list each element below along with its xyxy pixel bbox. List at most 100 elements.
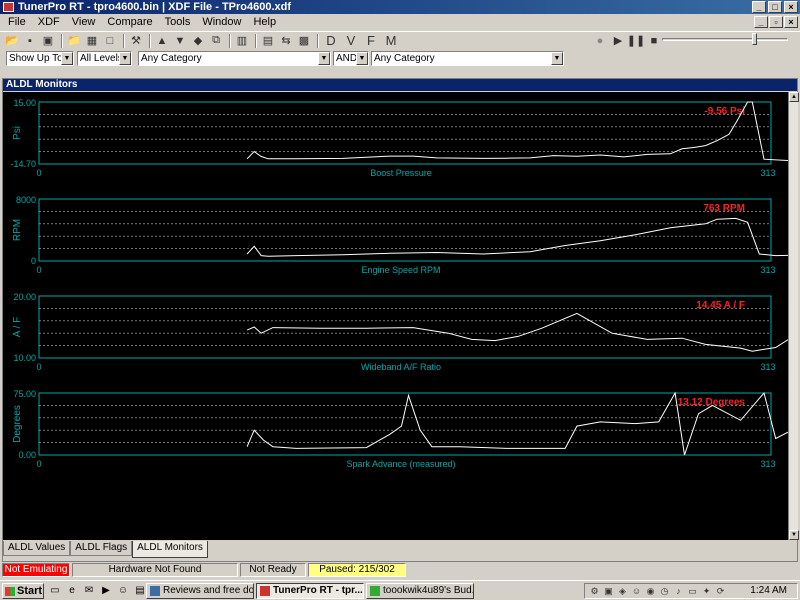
toolbar-m-button[interactable]: M [382,33,400,49]
menu-file[interactable]: File [2,14,32,31]
stop-icon[interactable]: ■ [646,33,662,49]
minimize-button[interactable]: _ [752,1,766,13]
x-max-tick-label: 313 [760,459,775,469]
toolbar-v-button[interactable]: V [342,33,360,49]
taskbar-button-label: TunerPro RT - tpr... [273,585,363,596]
outlook-icon[interactable]: ✉ [82,584,96,598]
chart-title: Wideband A/F Ratio [361,362,441,372]
menu-tools[interactable]: Tools [159,14,197,31]
tunerpro-app-icon [3,2,14,12]
start-button[interactable]: Start [2,583,44,599]
toolbar-separator [149,33,151,48]
tray-monitor-icon[interactable]: ▭ [686,585,699,597]
y-min-tick-label: 10.00 [13,353,36,363]
tunerpro-icon [260,586,270,596]
y-axis-label: Degrees [12,405,23,443]
arrow-flat-icon[interactable]: ◆ [190,33,206,49]
taskbar-tunerpro-button[interactable]: TunerPro RT - tpr... [256,583,364,599]
tray-update-icon[interactable]: ⟳ [714,585,727,597]
tray-volume-icon[interactable]: ♪ [672,585,685,597]
tray-security-icon[interactable]: ✦ [700,585,713,597]
menu-window[interactable]: Window [196,14,247,31]
emulator-icon[interactable]: ▤ [260,33,276,49]
swap-arrows-icon[interactable]: ⇆ [278,33,294,49]
tray-clock-icon[interactable]: ◷ [658,585,671,597]
category1-value: Any Category [141,53,202,64]
tray-messenger-icon[interactable]: ☺ [630,585,643,597]
pause-icon[interactable]: ❚❚ [627,33,645,49]
menu-compare[interactable]: Compare [101,14,158,31]
window-titlebar[interactable]: TunerPro RT - tpro4600.bin | XDF File - … [0,0,800,14]
category-select-2[interactable]: Any Category ▼ [371,51,564,66]
level-mode-select[interactable]: Show Up To ▼ [6,51,74,66]
toolbar-f-button[interactable]: F [362,33,380,49]
tab-aldl-monitors[interactable]: ALDL Monitors [132,541,208,558]
wrench-icon[interactable]: ⚒ [128,33,144,49]
vertical-scrollbar[interactable]: ▲ ▼ [788,92,799,540]
tray-app-icon[interactable]: ⚙ [588,585,601,597]
y-max-tick-label: 15.00 [13,98,36,108]
y-min-tick-label: 0.00 [18,450,36,460]
y-max-tick-label: 8000 [16,195,36,205]
operator-value: AND [336,53,358,64]
hex-grid-icon[interactable]: ▥ [234,33,250,49]
record-icon[interactable]: ● [592,33,608,49]
system-tray: ⚙ ▣ ◈ ☺ ◉ ◷ ♪ ▭ ✦ ⟳ 1:24 AM [584,583,798,599]
toolbar-separator [317,33,319,48]
status-bar: Not Emulating Hardware Not Found Not Rea… [0,563,800,578]
tray-shield-icon[interactable]: ◈ [616,585,629,597]
taskbar-browser-button[interactable]: Reviews and free do... [146,583,254,599]
playback-slider[interactable] [662,38,788,41]
monitor-plots-svg: 15.00 -14.70 Psi 0 313 Boost Pressure -9.56 Ps… [10,98,800,469]
operator-select[interactable]: AND ▼ [333,51,369,66]
save-icon[interactable]: ▪ [22,33,38,49]
menu-view[interactable]: View [66,14,102,31]
scroll-down-icon[interactable]: ▼ [789,530,799,540]
media-player-icon[interactable]: ▶ [99,584,113,598]
tray-network-icon[interactable]: ▣ [602,585,615,597]
save-as-icon[interactable]: ▣ [40,33,56,49]
levels-select[interactable]: All Levels ▼ [77,51,132,66]
save-xdf-icon[interactable]: ▦ [84,33,100,49]
playback-slider-thumb[interactable] [752,33,757,45]
open-xdf-icon[interactable]: 📁 [66,33,82,49]
chart-frame [38,101,772,165]
toolbar-d-button[interactable]: D [322,33,340,49]
play-icon[interactable]: ▶ [610,33,626,49]
menu-help[interactable]: Help [247,14,282,31]
menu-xdf[interactable]: XDF [32,14,66,31]
x-min-tick-label: 0 [36,459,41,469]
folder-icon[interactable]: ▤ [133,584,147,598]
copy-icon[interactable]: ⧉ [208,33,224,49]
tray-chat-icon[interactable]: ◉ [644,585,657,597]
open-folder-icon[interactable]: 📂 [4,33,20,49]
taskbar-clock: 1:24 AM [750,585,787,596]
arrow-down-icon[interactable]: ▼ [172,33,188,49]
panel-title: ALDL Monitors [3,79,797,91]
mdi-minimize-button[interactable]: _ [754,16,768,28]
tab-aldl-flags[interactable]: ALDL Flags [70,541,133,556]
chip-icon[interactable]: ▩ [296,33,312,49]
close-button[interactable]: × [784,1,798,13]
chart-frame [38,392,772,456]
new-xdf-icon[interactable]: □ [102,33,118,49]
arrow-up-icon[interactable]: ▲ [154,33,170,49]
taskbar-button-label: toookwik4u89's Bud... [383,585,474,596]
tab-aldl-values[interactable]: ALDL Values [3,541,71,556]
toolbar-separator [123,33,125,48]
mdi-close-button[interactable]: × [784,16,798,28]
internet-explorer-icon[interactable]: e [65,584,79,598]
messenger-icon[interactable]: ☺ [116,584,130,598]
maximize-button[interactable]: □ [768,1,782,13]
category-select-1[interactable]: Any Category ▼ [138,51,331,66]
chevron-down-icon: ▼ [318,52,330,65]
windows-logo-icon [5,587,15,596]
desktop-icon[interactable]: ▭ [48,584,62,598]
taskbar-messenger-button[interactable]: toookwik4u89's Bud... [366,583,474,599]
scroll-up-icon[interactable]: ▲ [789,92,799,102]
mdi-restore-button[interactable]: ▫ [769,16,783,28]
monitor-tabs: ALDL Values ALDL Flags ALDL Monitors [3,541,208,558]
y-min-tick-label: -14.70 [10,159,36,169]
chevron-down-icon: ▼ [551,52,563,65]
x-max-tick-label: 313 [760,265,775,275]
